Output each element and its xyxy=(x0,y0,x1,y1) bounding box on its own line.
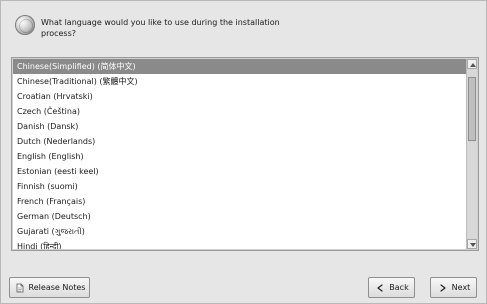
language-item[interactable]: Chinese(Simplified) (简体中文) xyxy=(13,59,466,74)
next-label: Next xyxy=(451,283,471,292)
language-item[interactable]: French (Français) xyxy=(13,194,466,209)
installer-window: What language would you like to use duri… xyxy=(0,0,487,304)
language-list[interactable]: Chinese(Simplified) (简体中文) Chinese(Tradit… xyxy=(11,57,479,251)
language-list-scrollbar[interactable] xyxy=(466,59,477,249)
language-item[interactable]: Hindi (हिन्दी) xyxy=(13,239,466,249)
language-item[interactable]: Gujarati (ગુજરાતી) xyxy=(13,224,466,239)
globe-icon xyxy=(15,15,35,35)
scroll-up-button[interactable] xyxy=(467,59,477,69)
language-prompt: What language would you like to use duri… xyxy=(41,18,280,38)
language-item[interactable]: Estonian (eesti keel) xyxy=(13,164,466,179)
language-item[interactable]: German (Deutsch) xyxy=(13,209,466,224)
document-icon xyxy=(14,282,26,294)
scrollbar-thumb[interactable] xyxy=(468,77,476,141)
language-item[interactable]: Czech (Čeština) xyxy=(13,104,466,119)
dialog-header: What language would you like to use duri… xyxy=(11,11,476,51)
back-button[interactable]: Back xyxy=(368,277,415,298)
language-item[interactable]: Croatian (Hrvatski) xyxy=(13,89,466,104)
language-items: Chinese(Simplified) (简体中文) Chinese(Tradit… xyxy=(13,59,466,249)
release-notes-label: Release Notes xyxy=(28,283,86,292)
next-arrow-icon xyxy=(437,282,449,294)
next-button[interactable]: Next xyxy=(430,277,477,298)
language-item[interactable]: Chinese(Traditional) (繁體中文) xyxy=(13,74,466,89)
back-label: Back xyxy=(389,283,409,292)
language-item[interactable]: Dutch (Nederlands) xyxy=(13,134,466,149)
release-notes-button[interactable]: Release Notes xyxy=(9,277,90,298)
language-item[interactable]: English (English) xyxy=(13,149,466,164)
scroll-down-button[interactable] xyxy=(467,239,477,249)
language-item[interactable]: Finnish (suomi) xyxy=(13,179,466,194)
language-item[interactable]: Danish (Dansk) xyxy=(13,119,466,134)
back-arrow-icon xyxy=(374,282,386,294)
